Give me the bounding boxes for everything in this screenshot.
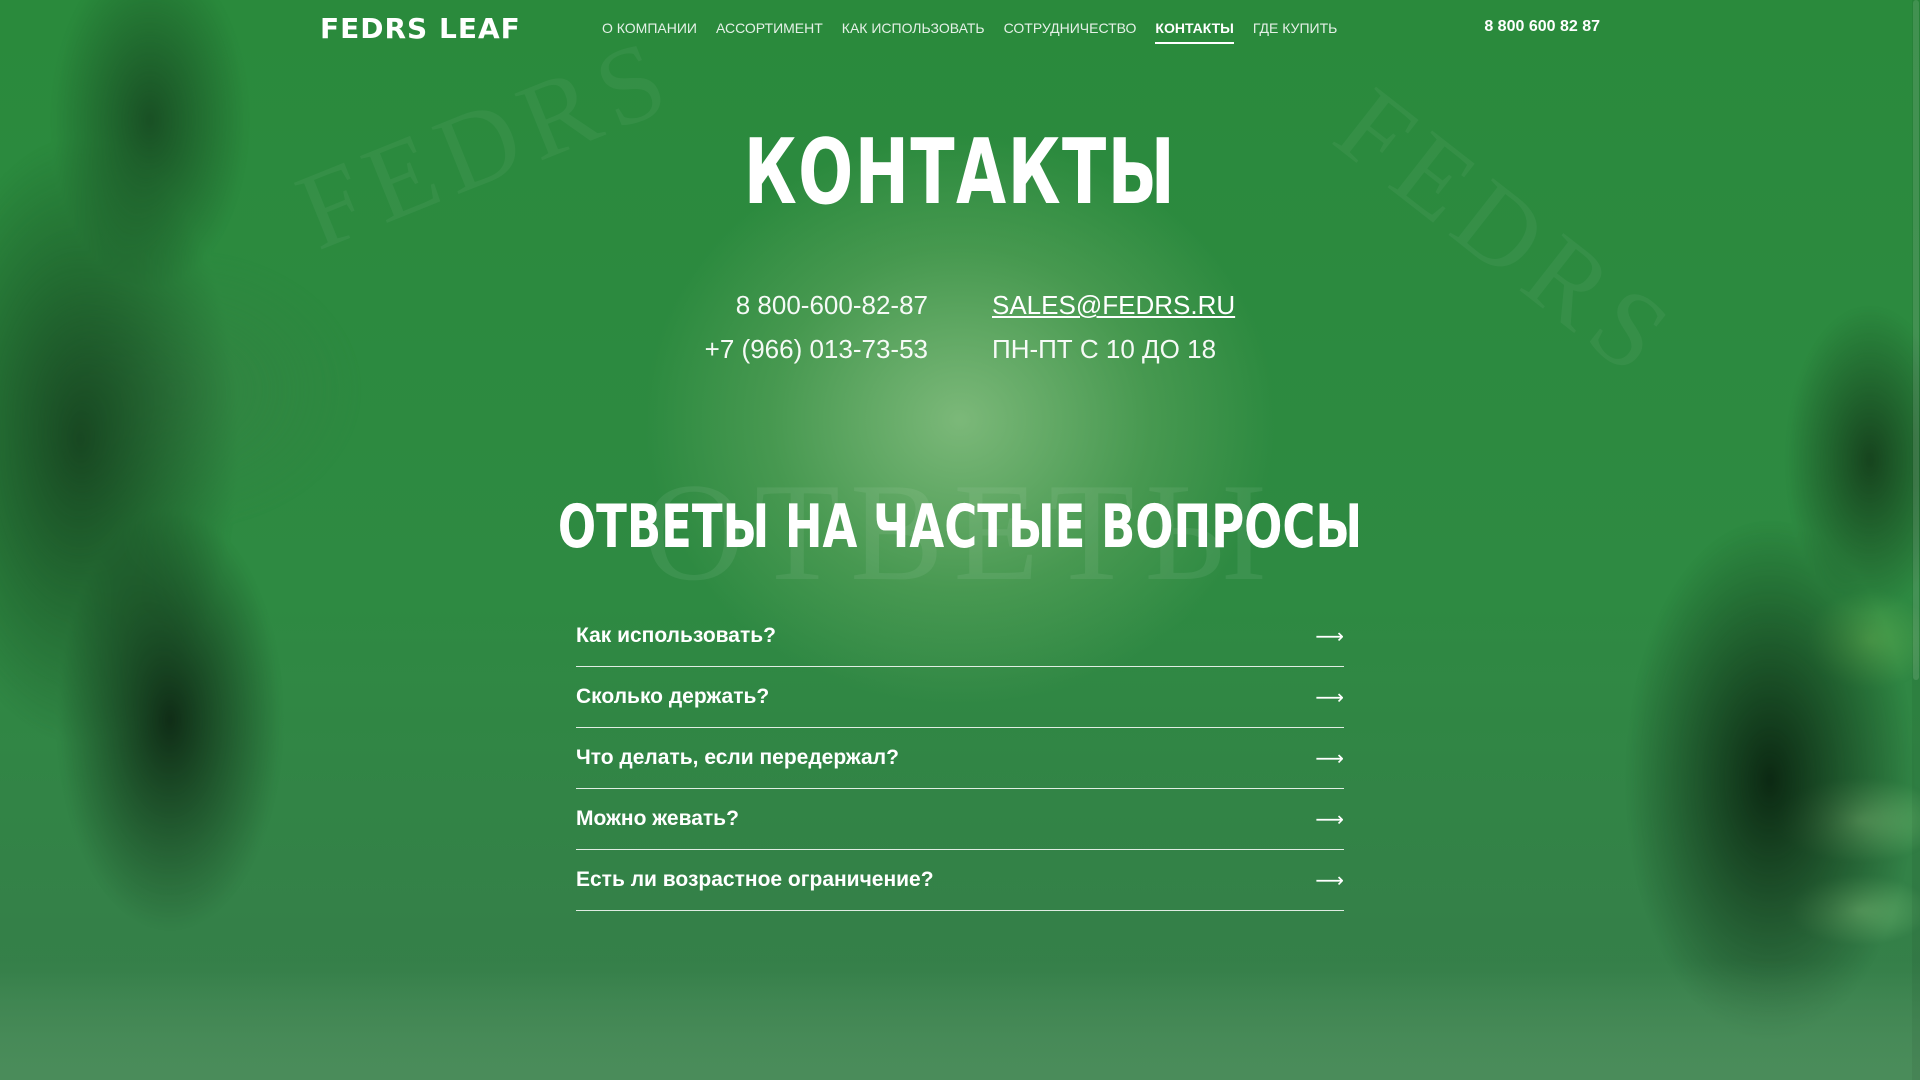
site-header: FEDRS LEAF О КОМПАНИИ АССОРТИМЕНТ КАК ИС… bbox=[0, 0, 1920, 60]
rock-right-image bbox=[1440, 260, 1920, 1080]
faq-question: Что делать, если передержал? bbox=[576, 746, 899, 769]
phone-secondary[interactable]: +7 (966) 013-73-53 bbox=[705, 334, 928, 365]
arrow-right-icon: ⟶ bbox=[1315, 808, 1344, 831]
faq-item[interactable]: Есть ли возрастное ограничение? ⟶ bbox=[576, 850, 1344, 911]
page-title: КОНТАКТЫ bbox=[743, 120, 1177, 225]
nav-item-assortment[interactable]: АССОРТИМЕНТ bbox=[716, 20, 823, 44]
bottom-fade bbox=[0, 960, 1920, 1080]
header-phone[interactable]: 8 800 600 82 87 bbox=[1484, 18, 1600, 36]
faq-title: ОТВЕТЫ НА ЧАСТЫЕ ВОПРОСЫ bbox=[557, 492, 1363, 562]
working-hours: ПН-ПТ С 10 ДО 18 bbox=[992, 334, 1217, 364]
phone-primary[interactable]: 8 800-600-82-87 bbox=[736, 290, 928, 321]
nav-item-about[interactable]: О КОМПАНИИ bbox=[602, 20, 697, 44]
scrollbar[interactable] bbox=[1912, 0, 1920, 1080]
faq-item[interactable]: Можно жевать? ⟶ bbox=[576, 789, 1344, 850]
arrow-right-icon: ⟶ bbox=[1315, 686, 1344, 709]
faq-item[interactable]: Как использовать? ⟶ bbox=[576, 606, 1344, 667]
faq-item[interactable]: Сколько держать? ⟶ bbox=[576, 667, 1344, 728]
nav-item-cooperation[interactable]: СОТРУДНИЧЕСТВО bbox=[1004, 20, 1137, 44]
main-nav: О КОМПАНИИ АССОРТИМЕНТ КАК ИСПОЛЬЗОВАТЬ … bbox=[602, 20, 1337, 44]
scrollbar-thumb[interactable] bbox=[1913, 0, 1919, 680]
logo[interactable]: FEDRS LEAF bbox=[320, 12, 521, 45]
faq-question: Можно жевать? bbox=[576, 807, 739, 830]
arrow-right-icon: ⟶ bbox=[1315, 747, 1344, 770]
faq-question: Как использовать? bbox=[576, 624, 777, 647]
faq-list: Как использовать? ⟶ Сколько держать? ⟶ Ч… bbox=[576, 606, 1344, 911]
faq-question: Сколько держать? bbox=[576, 685, 770, 708]
nav-item-contacts[interactable]: КОНТАКТЫ bbox=[1155, 20, 1234, 44]
nav-item-how-to-use[interactable]: КАК ИСПОЛЬЗОВАТЬ bbox=[842, 20, 985, 44]
faq-question: Есть ли возрастное ограничение? bbox=[576, 868, 934, 891]
email-link[interactable]: SALES@FEDRS.RU bbox=[992, 290, 1235, 321]
faq-item[interactable]: Что делать, если передержал? ⟶ bbox=[576, 728, 1344, 789]
arrow-right-icon: ⟶ bbox=[1315, 625, 1344, 648]
nav-item-where-to-buy[interactable]: ГДЕ КУПИТЬ bbox=[1253, 20, 1337, 44]
arrow-right-icon: ⟶ bbox=[1315, 869, 1344, 892]
